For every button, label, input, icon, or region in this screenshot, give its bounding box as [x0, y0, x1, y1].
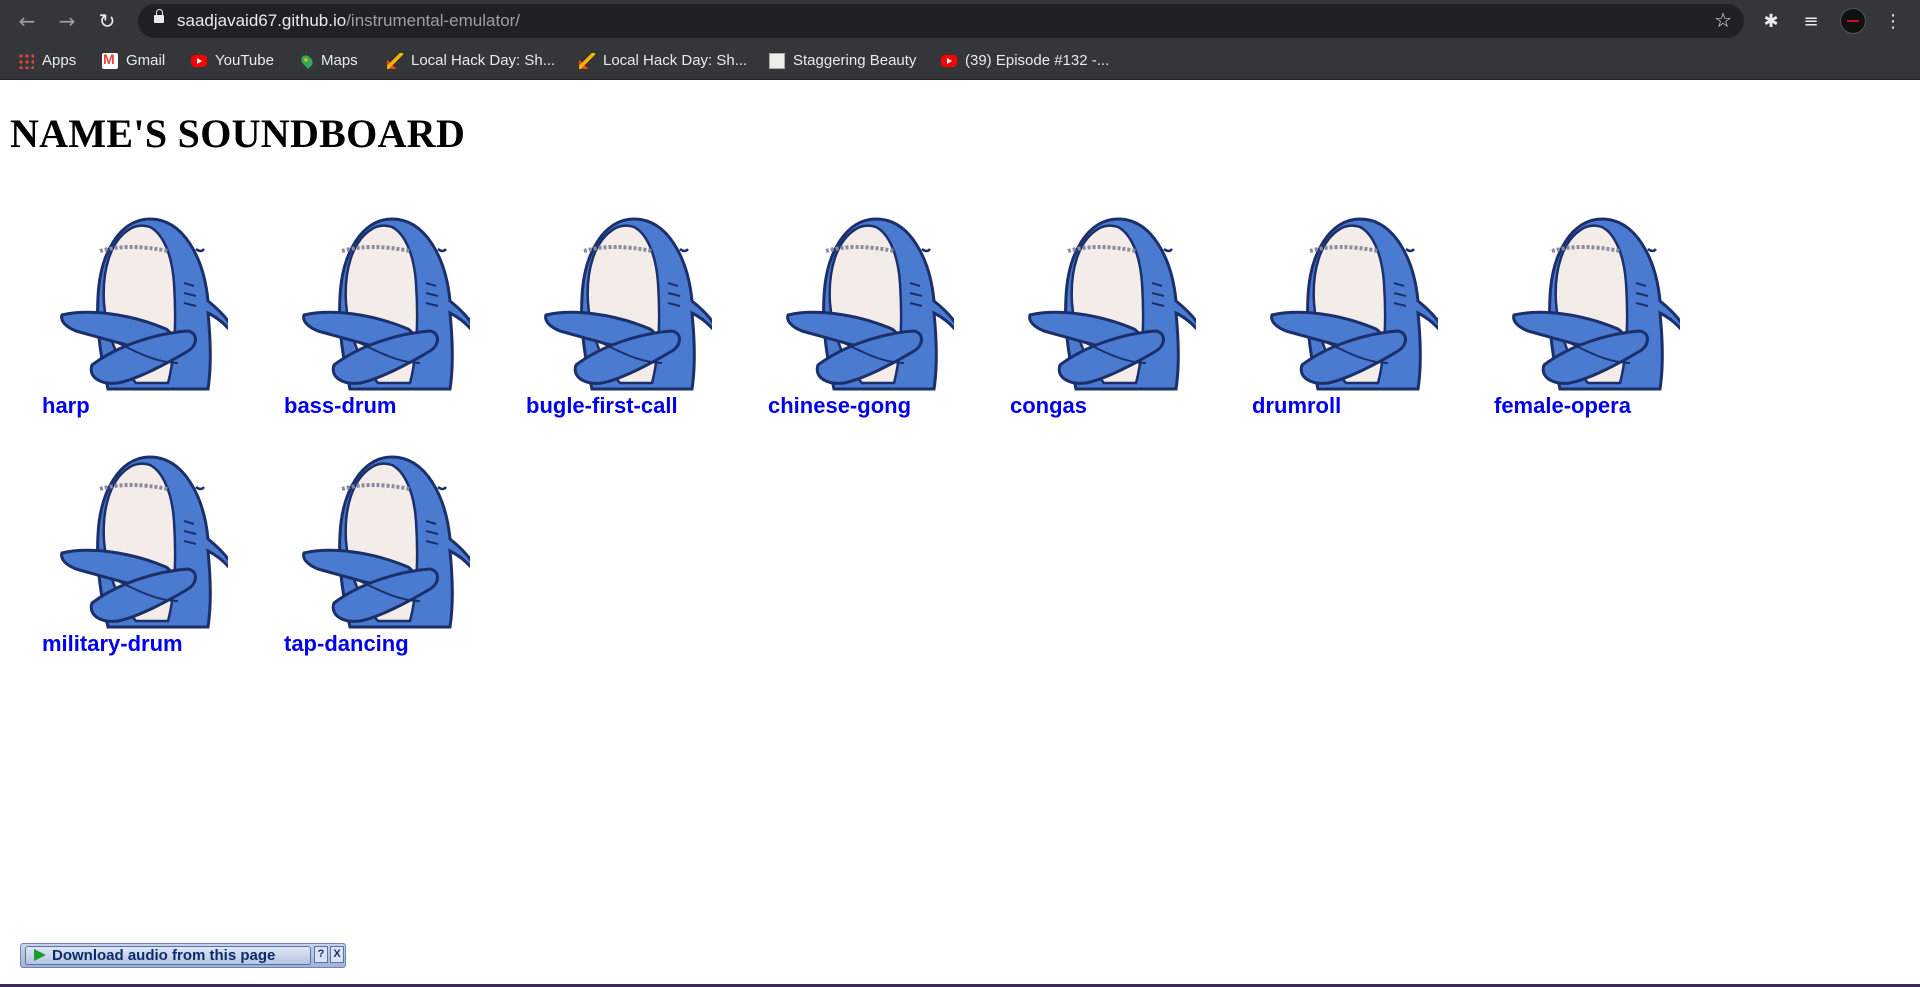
sound-pad[interactable]: female-opera [1462, 210, 1682, 430]
maps-icon [299, 52, 315, 69]
back-arrow-icon[interactable]: ← [14, 8, 40, 34]
sound-link[interactable]: bass-drum [284, 393, 396, 419]
sound-link[interactable]: tap-dancing [284, 631, 409, 657]
sound-pad[interactable]: chinese-gong [736, 210, 956, 430]
local-hack-day-icon [387, 52, 403, 69]
bookmark-staggering-beauty[interactable]: Staggering Beauty [769, 42, 916, 79]
shark-image[interactable] [1220, 210, 1440, 400]
sound-pad[interactable]: bugle-first-call [494, 210, 714, 430]
apps-grid-icon [18, 52, 34, 69]
shark-image[interactable] [10, 210, 230, 400]
sound-link[interactable]: bugle-first-call [526, 393, 678, 419]
url-text[interactable]: saadjavaid67.github.io/instrumental-emul… [177, 4, 520, 38]
shark-image[interactable] [1462, 210, 1682, 400]
bookmark-star-icon[interactable]: ☆ [1714, 8, 1732, 32]
browser-toolbar: ← → ↻ saadjavaid67.github.io/instrumenta… [0, 0, 1920, 42]
bookmark-local-hack-day-2[interactable]: Local Hack Day: Sh... [579, 42, 747, 79]
bookmark-youtube[interactable]: YouTube [191, 42, 274, 79]
menu-kebab-icon[interactable]: ⋮ [1880, 8, 1906, 34]
lock-icon [154, 9, 164, 23]
media-queue-icon[interactable]: ≡ [1798, 8, 1824, 34]
bookmark-apps[interactable]: Apps [18, 42, 76, 79]
bookmark-local-hack-day-1[interactable]: Local Hack Day: Sh... [387, 42, 555, 79]
sound-link[interactable]: congas [1010, 393, 1087, 419]
sound-pad[interactable]: tap-dancing [252, 448, 472, 668]
shark-image[interactable] [252, 448, 472, 638]
bookmark-label: Gmail [126, 52, 166, 69]
sound-pad[interactable]: harp [10, 210, 230, 430]
shark-image[interactable] [494, 210, 714, 400]
address-bar[interactable]: saadjavaid67.github.io/instrumental-emul… [138, 4, 1744, 38]
sound-link[interactable]: chinese-gong [768, 393, 911, 419]
bookmark-label: Local Hack Day: Sh... [603, 52, 748, 69]
play-icon [34, 949, 46, 961]
download-audio-bar: Download audio from this page ? X [20, 943, 346, 968]
youtube-icon [941, 54, 957, 67]
bookmark-episode-132[interactable]: (39) Episode #132 -... [941, 42, 1109, 79]
sound-link[interactable]: female-opera [1494, 393, 1631, 419]
sound-link[interactable]: military-drum [42, 631, 183, 657]
local-hack-day-icon [579, 52, 595, 69]
forward-arrow-icon[interactable]: → [54, 8, 80, 34]
gmail-icon [102, 51, 118, 69]
sound-link[interactable]: harp [42, 393, 90, 419]
profile-avatar[interactable] [1840, 8, 1866, 34]
reload-icon[interactable]: ↻ [94, 8, 120, 34]
sound-pad[interactable]: drumroll [1220, 210, 1440, 430]
bookmarks-bar: Apps Gmail YouTube Maps Local Hack Day: … [0, 42, 1920, 80]
shark-image[interactable] [736, 210, 956, 400]
help-button[interactable]: ? [314, 946, 328, 963]
bookmark-label: Local Hack Day: Sh... [411, 52, 556, 69]
shark-image[interactable] [252, 210, 472, 400]
page-title: NAME'S SOUNDBOARD [10, 111, 466, 156]
sound-pad[interactable]: military-drum [10, 448, 230, 668]
bookmark-label: Maps [321, 52, 358, 69]
bookmark-maps[interactable]: Maps [299, 42, 358, 79]
bookmark-label: Apps [42, 52, 77, 69]
youtube-icon [191, 54, 207, 67]
extensions-puzzle-icon[interactable]: ✱ [1758, 8, 1784, 34]
sound-pad[interactable]: bass-drum [252, 210, 472, 430]
bookmark-label: Staggering Beauty [793, 52, 917, 69]
sound-pad[interactable]: congas [978, 210, 1198, 430]
sound-link[interactable]: drumroll [1252, 393, 1341, 419]
bookmark-label: YouTube [215, 52, 274, 69]
shark-image[interactable] [10, 448, 230, 638]
bookmark-gmail[interactable]: Gmail [102, 42, 165, 79]
url-host: saadjavaid67.github.io [177, 11, 347, 30]
close-button[interactable]: X [330, 946, 344, 963]
shark-image[interactable] [978, 210, 1198, 400]
download-audio-label: Download audio from this page [52, 947, 276, 964]
staggering-beauty-icon [769, 52, 785, 69]
url-path: /instrumental-emulator/ [346, 11, 521, 30]
bookmark-label: (39) Episode #132 -... [965, 52, 1110, 69]
download-audio-button[interactable]: Download audio from this page [25, 946, 311, 965]
